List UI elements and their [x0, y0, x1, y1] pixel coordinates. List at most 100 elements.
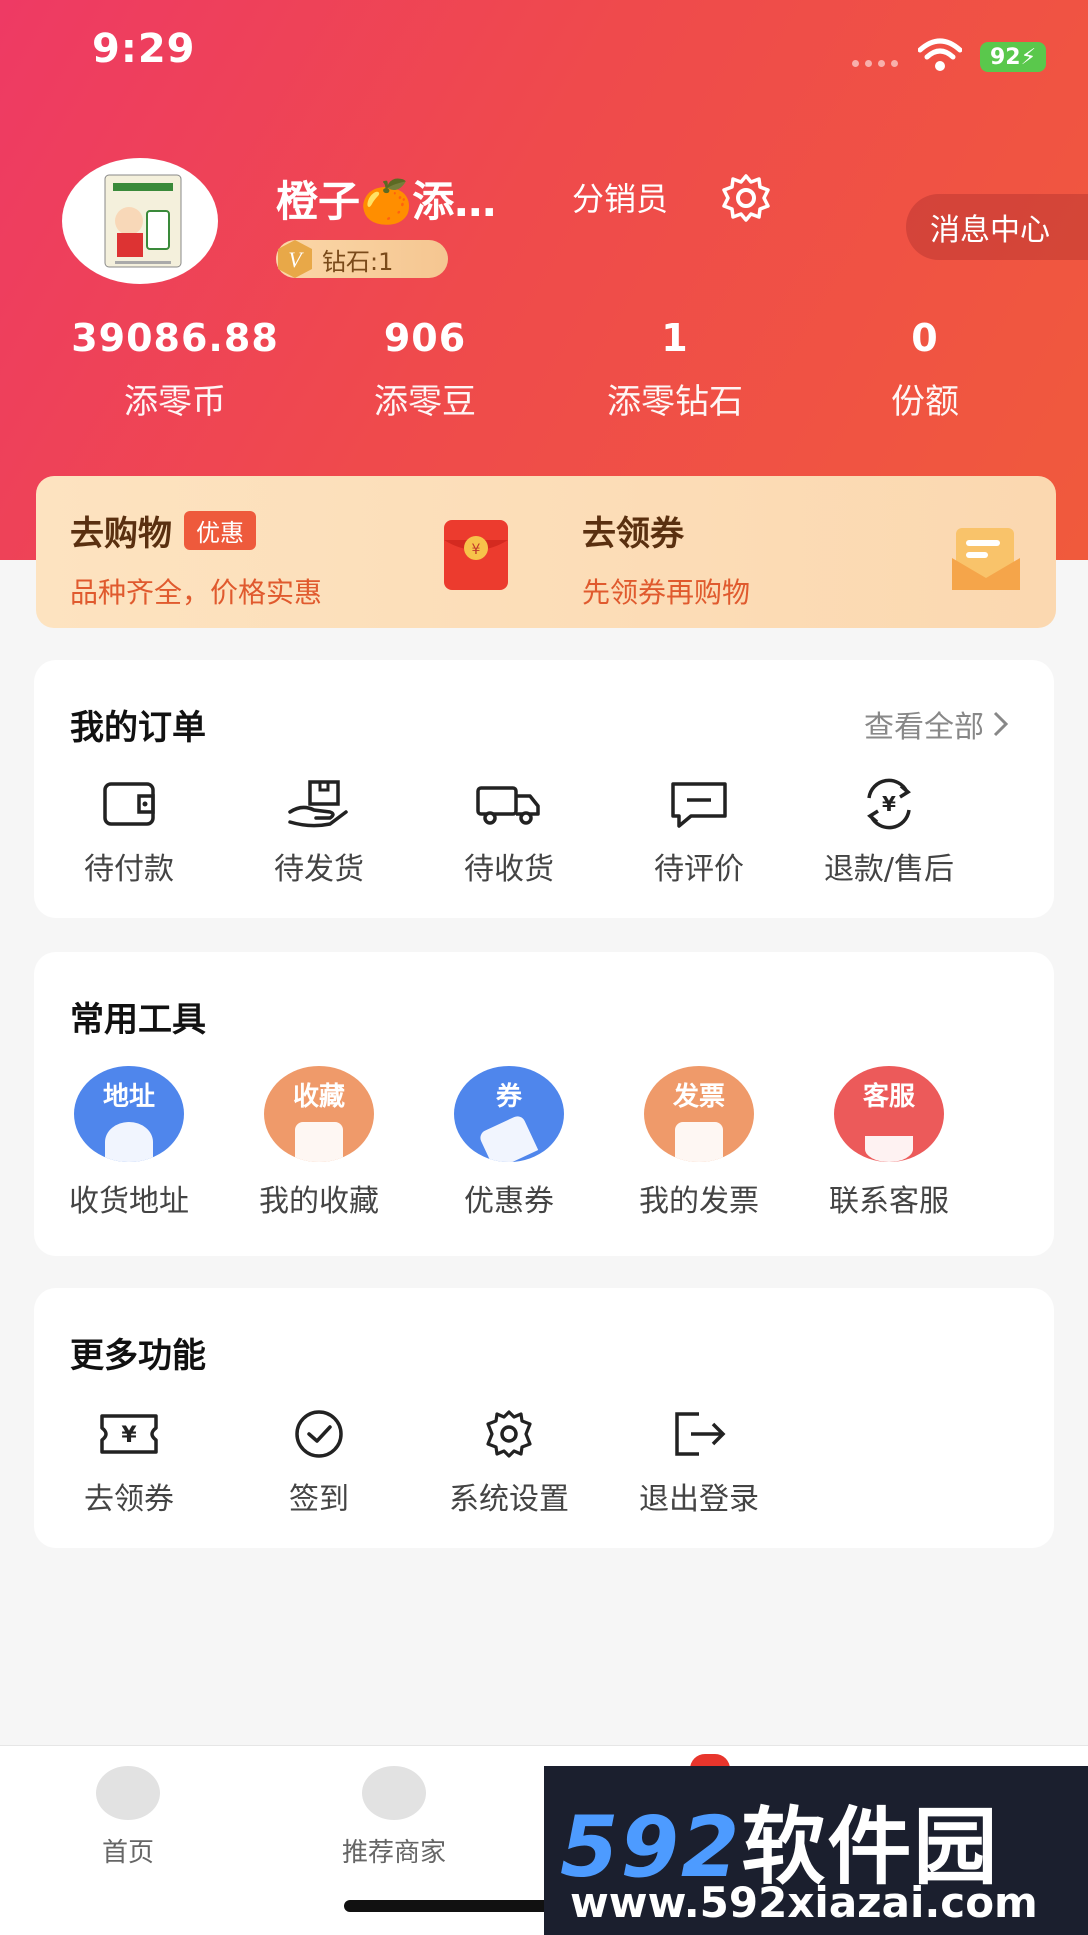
coupon-icon: 券	[454, 1066, 564, 1162]
stat-label: 添零豆	[374, 382, 476, 422]
stat-value: 0	[911, 316, 939, 360]
discount-tag: 优惠	[184, 511, 256, 550]
more-item-label: 系统设置	[449, 1482, 569, 1517]
more-check-in[interactable]: 签到	[224, 1408, 414, 1518]
more-logout[interactable]: 退出登录	[604, 1408, 794, 1518]
order-item-label: 待发货	[274, 852, 364, 887]
order-item-label: 待付款	[84, 852, 174, 887]
logout-icon	[675, 1412, 726, 1456]
order-pending-review[interactable]: 待评价	[604, 778, 794, 888]
comment-icon	[671, 782, 727, 828]
tool-item-label: 联系客服	[829, 1184, 949, 1219]
view-all-label: 查看全部	[864, 710, 984, 745]
get-coupon-subtitle: 先领券再购物	[582, 576, 751, 609]
level-badge-text: 钻石:1	[322, 247, 394, 276]
stat-beans[interactable]: 906 添零豆	[300, 316, 550, 426]
gear-icon	[486, 1410, 532, 1458]
address-icon: 地址	[74, 1066, 184, 1162]
home-store-icon	[96, 1766, 160, 1820]
battery-level: 92	[989, 44, 1021, 70]
tab-recommended-merchants[interactable]: 推荐商家	[342, 1766, 446, 1869]
orders-title: 我的订单	[70, 708, 206, 748]
svg-text:¥: ¥	[121, 1423, 137, 1448]
svg-text:¥: ¥	[472, 542, 481, 558]
tools-title: 常用工具	[70, 1000, 206, 1040]
tools-card: 常用工具 地址 收货地址 收藏 我的收藏 券 优惠券 发票 我的发票 客服 联系…	[34, 952, 1054, 1256]
red-packet-icon: ¥	[444, 520, 508, 590]
stat-label: 添零钻石	[607, 382, 743, 422]
tool-address[interactable]: 地址 收货地址	[34, 1066, 224, 1220]
order-pending-receipt[interactable]: 待收货	[414, 778, 604, 888]
stat-coins[interactable]: 39086.88 添零币	[50, 316, 300, 426]
tool-item-label: 收货地址	[69, 1184, 189, 1219]
invoice-icon: 发票	[644, 1066, 754, 1162]
orders-card: 我的订单 查看全部 待付款 待发货 待收货 待评价 ¥ 退款/售后	[34, 660, 1054, 918]
ticket-icon: ¥	[100, 1414, 158, 1454]
package-hand-icon	[288, 780, 348, 828]
tool-invoices[interactable]: 发票 我的发票	[604, 1066, 794, 1220]
go-shopping-entry[interactable]: 去购物 优惠 品种齐全，价格实惠	[70, 506, 322, 611]
battery-indicator: 92 ⚡	[980, 42, 1046, 72]
stat-label: 份额	[891, 382, 959, 422]
shopping-bag-icon	[362, 1766, 426, 1820]
avatar[interactable]	[62, 158, 218, 284]
level-badge: V 钻石:1	[276, 240, 448, 278]
favorites-icon: 收藏	[264, 1066, 374, 1162]
coupon-envelope-icon	[952, 528, 1020, 590]
tool-item-label: 优惠券	[464, 1184, 554, 1219]
tool-customer-service[interactable]: 客服 联系客服	[794, 1066, 984, 1220]
get-coupon-title: 去领券	[582, 514, 684, 554]
svg-text:¥: ¥	[882, 792, 896, 816]
tab-label: 首页	[101, 1838, 154, 1868]
tool-badge-text: 收藏	[292, 1082, 345, 1112]
more-item-label: 退出登录	[639, 1482, 759, 1517]
chevron-right-icon	[993, 711, 1009, 737]
status-bar: 9:29 92 ⚡	[0, 0, 1088, 100]
tab-label: 推荐商家	[342, 1838, 447, 1868]
tool-badge-text: 地址	[102, 1082, 155, 1112]
signal-icon	[852, 60, 898, 67]
wifi-icon	[918, 38, 962, 71]
watermark-url: www.592xiazai.com	[570, 1878, 1038, 1927]
more-title: 更多功能	[70, 1336, 206, 1376]
vip-icon: V	[278, 240, 312, 278]
more-item-label: 去领券	[84, 1482, 174, 1517]
promo-banner: 去购物 优惠 品种齐全，价格实惠 ¥ 去领券 先领券再购物	[36, 476, 1056, 628]
order-pending-shipment[interactable]: 待发货	[224, 778, 414, 888]
tool-item-label: 我的发票	[639, 1184, 759, 1219]
message-center-button[interactable]: 消息中心	[906, 194, 1088, 260]
stat-value: 1	[661, 316, 689, 360]
order-item-label: 待收货	[464, 852, 554, 887]
go-shopping-subtitle: 品种齐全，价格实惠	[70, 576, 323, 609]
more-get-coupon[interactable]: ¥ 去领券	[34, 1408, 224, 1518]
tool-badge-text: 客服	[862, 1082, 915, 1112]
order-item-label: 退款/售后	[823, 852, 955, 887]
refund-icon: ¥	[867, 778, 911, 830]
tool-coupons[interactable]: 券 优惠券	[414, 1066, 604, 1220]
more-card: 更多功能 ¥ 去领券 签到 系统设置 退出登录	[34, 1288, 1054, 1548]
view-all-orders-link[interactable]: 查看全部	[864, 702, 1010, 746]
user-role: 分销员	[572, 180, 669, 218]
go-shopping-title: 去购物	[70, 514, 172, 554]
tool-badge-text: 发票	[672, 1082, 725, 1112]
order-refund-aftersale[interactable]: ¥ 退款/售后	[794, 778, 984, 888]
status-time: 9:29	[92, 26, 196, 72]
stat-value: 906	[383, 316, 467, 360]
more-system-settings[interactable]: 系统设置	[414, 1408, 604, 1518]
tool-favorites[interactable]: 收藏 我的收藏	[224, 1066, 414, 1220]
order-pending-payment[interactable]: 待付款	[34, 778, 224, 888]
stat-shares[interactable]: 0 份额	[800, 316, 1050, 426]
stats-row: 39086.88 添零币 906 添零豆 1 添零钻石 0 份额	[50, 316, 1050, 426]
more-item-label: 签到	[289, 1482, 349, 1517]
stat-label: 添零币	[124, 382, 226, 422]
truck-icon	[476, 786, 540, 825]
settings-gear-icon[interactable]	[720, 172, 772, 224]
tool-badge-text: 券	[495, 1082, 522, 1112]
stat-diamonds[interactable]: 1 添零钻石	[550, 316, 800, 426]
wallet-icon	[103, 782, 155, 826]
get-coupon-entry[interactable]: 去领券 先领券再购物	[582, 506, 750, 611]
tab-home[interactable]: 首页	[96, 1766, 160, 1869]
customer-service-icon: 客服	[834, 1066, 944, 1162]
user-nickname: 橙子🍊添…	[276, 177, 497, 226]
tool-item-label: 我的收藏	[259, 1184, 379, 1219]
